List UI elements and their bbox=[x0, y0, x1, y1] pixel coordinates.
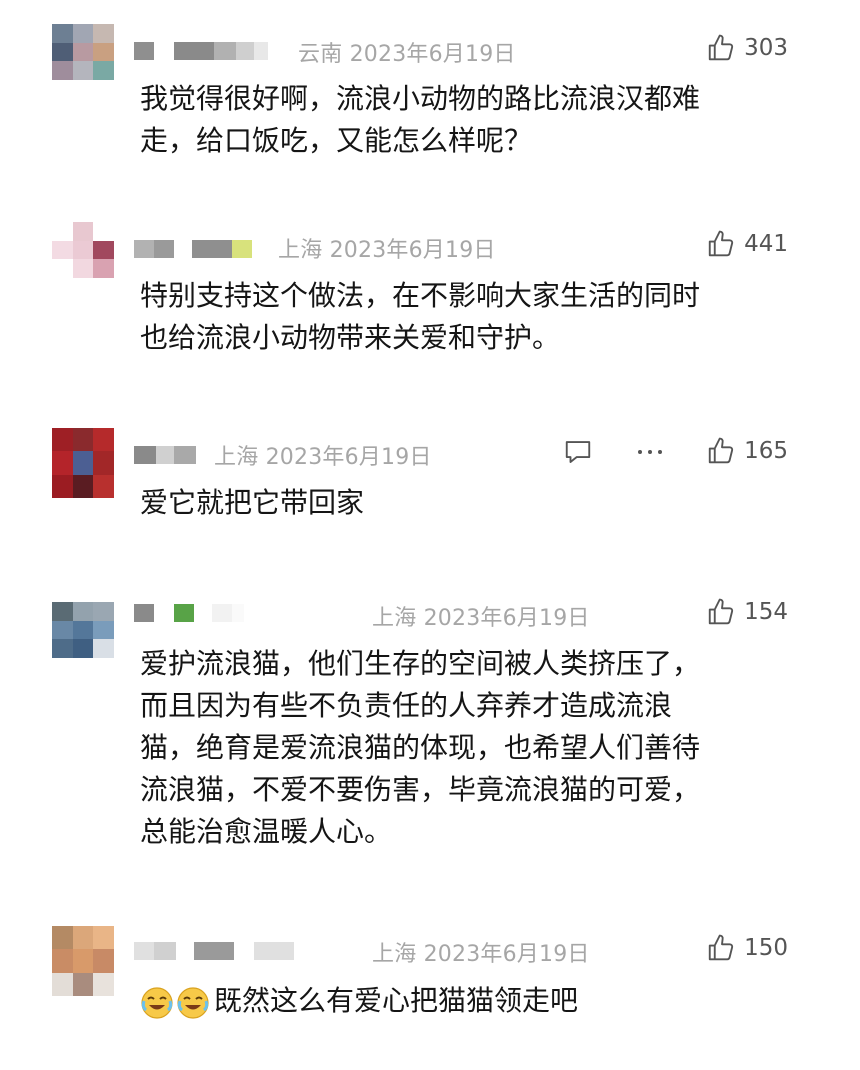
location: 云南 bbox=[298, 42, 343, 67]
comment-meta: 上海 2023年6月19日 bbox=[372, 936, 590, 968]
comment-text: 我觉得很好啊，流浪小动物的路比流浪汉都难 走，给口饭吃，又能怎么样呢？ bbox=[140, 82, 701, 157]
like-count: 303 bbox=[744, 35, 788, 61]
emoji-row bbox=[140, 986, 210, 1020]
crying-laughing-emoji-icon bbox=[141, 987, 173, 1019]
date: 2023年6月19日 bbox=[349, 42, 516, 67]
thumbs-up-icon bbox=[708, 598, 734, 625]
comment-text: 特别支持这个做法，在不影响大家生活的同时 也给流浪小动物带来关爱和守护。 bbox=[140, 279, 701, 354]
username-blurred[interactable] bbox=[134, 446, 196, 464]
thumbs-up-icon bbox=[708, 230, 734, 257]
date: 2023年6月19日 bbox=[329, 238, 496, 263]
location: 上海 bbox=[372, 606, 417, 631]
like-button[interactable]: 441 bbox=[706, 229, 788, 259]
like-count: 441 bbox=[744, 231, 788, 257]
avatar[interactable] bbox=[52, 926, 114, 996]
more-button[interactable] bbox=[630, 437, 670, 467]
avatar[interactable] bbox=[52, 602, 114, 658]
location: 上海 bbox=[214, 445, 259, 470]
like-count: 150 bbox=[744, 935, 788, 961]
like-button[interactable]: 165 bbox=[706, 436, 788, 466]
like-count: 165 bbox=[744, 438, 788, 464]
avatar[interactable] bbox=[52, 24, 114, 80]
crying-laughing-emoji-icon bbox=[177, 987, 209, 1019]
comment-text: 爱它就把它带回家 bbox=[140, 486, 365, 519]
like-button[interactable]: 154 bbox=[706, 597, 788, 627]
avatar[interactable] bbox=[52, 428, 114, 498]
more-dots-icon bbox=[638, 450, 662, 454]
avatar[interactable] bbox=[52, 222, 114, 278]
comment-text: 爱护流浪猫，他们生存的空间被人类挤压了， 而且因为有些不负责任的人弃养才造成流浪… bbox=[140, 647, 701, 848]
location: 上海 bbox=[278, 238, 323, 263]
comment-bubble-icon bbox=[565, 441, 591, 463]
thumbs-up-icon bbox=[708, 34, 734, 61]
thumbs-up-icon bbox=[708, 437, 734, 464]
like-count: 154 bbox=[744, 599, 788, 625]
date: 2023年6月19日 bbox=[423, 606, 590, 631]
username-blurred[interactable] bbox=[134, 240, 252, 258]
location: 上海 bbox=[372, 942, 417, 967]
username-blurred[interactable] bbox=[134, 604, 244, 622]
comment-meta: 上海 2023年6月19日 bbox=[214, 439, 432, 471]
comment-text: 既然这么有爱心把猫猫领走吧 bbox=[214, 984, 579, 1017]
date: 2023年6月19日 bbox=[265, 445, 432, 470]
comment-meta: 上海 2023年6月19日 bbox=[372, 600, 590, 632]
comment-meta: 云南 2023年6月19日 bbox=[298, 36, 516, 68]
like-button[interactable]: 303 bbox=[706, 33, 788, 63]
like-button[interactable]: 150 bbox=[706, 933, 788, 963]
username-blurred[interactable] bbox=[134, 42, 268, 60]
thumbs-up-icon bbox=[708, 934, 734, 961]
date: 2023年6月19日 bbox=[423, 942, 590, 967]
username-blurred[interactable] bbox=[134, 942, 294, 960]
reply-button[interactable] bbox=[560, 437, 596, 467]
comment-meta: 上海 2023年6月19日 bbox=[278, 232, 496, 264]
